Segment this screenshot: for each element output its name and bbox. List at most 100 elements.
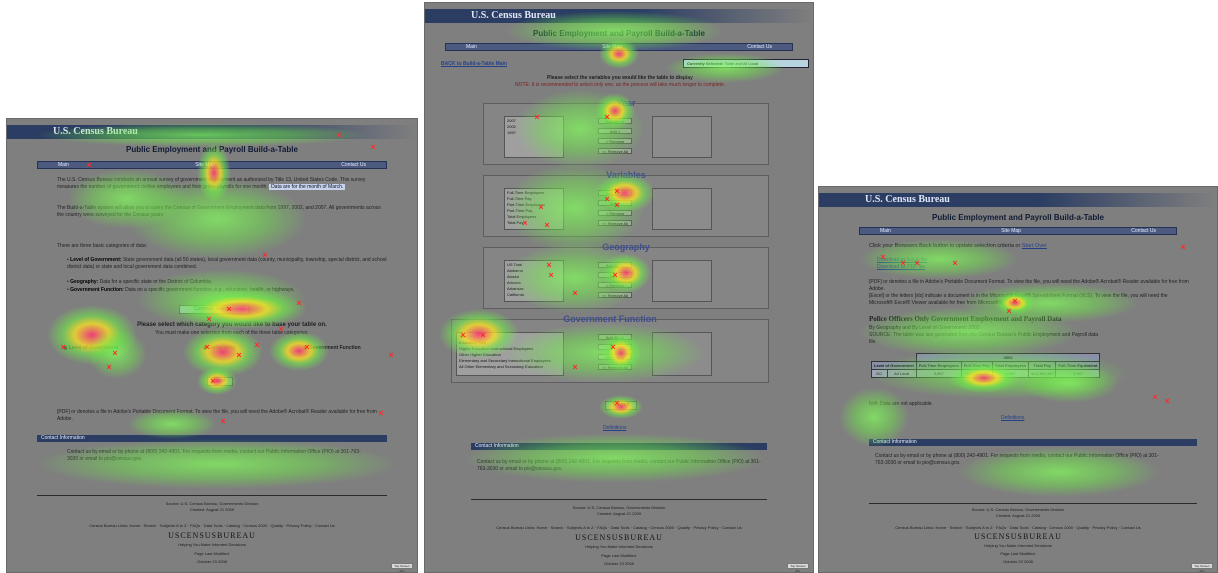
continue-reading-button[interactable]: Continue Reading: [179, 305, 249, 314]
census-logo: USCENSUSBUREAU: [575, 533, 663, 542]
list-item[interactable]: All Other Elementary and Secondary Educa…: [459, 364, 561, 370]
fixation-marker: ×: [236, 350, 242, 360]
variables-legend: Variables: [606, 170, 646, 180]
function-selected-list[interactable]: [652, 332, 712, 376]
footer-links[interactable]: Census Bureau Links: Home · Search · Sub…: [819, 525, 1217, 531]
fixation-marker: ×: [254, 340, 260, 350]
back-link[interactable]: BACK to Build-a-Table Main: [441, 61, 507, 68]
bullet-level: • Level of Government: State government …: [67, 257, 387, 270]
remove-button[interactable]: < Remove: [598, 138, 632, 144]
footer-created: Created: August 21 2009: [995, 513, 1041, 518]
nav-main[interactable]: Main: [880, 228, 891, 234]
add-all-button[interactable]: Add All >>: [598, 190, 632, 196]
fixation-marker: ×: [106, 362, 112, 372]
na-note: N/A: Data are not applicable.: [869, 401, 933, 407]
nav-site-map[interactable]: Site Map: [195, 162, 215, 168]
nav-site-map[interactable]: Site Map: [1001, 228, 1021, 234]
bullet-geography: • Geography: Data for a specific state o…: [67, 279, 213, 285]
year-legend: Year: [616, 98, 636, 108]
footer-modified-date: October 23 2008: [604, 561, 634, 566]
nav-main[interactable]: Main: [466, 44, 477, 50]
nav-site-map[interactable]: Site Map: [602, 44, 622, 50]
footer-tagline: Helping You Make Informed Decisions: [178, 542, 246, 547]
geography-selected-list[interactable]: [652, 260, 712, 302]
table-cell: All Local: [886, 369, 917, 378]
table-cell: 3,997: [1055, 369, 1101, 378]
intro-paragraph-2: The Build-a-Table system will allow you …: [57, 205, 381, 218]
footer-divider: [37, 495, 387, 496]
heat-region: [37, 439, 397, 489]
nav-main[interactable]: Main: [58, 162, 69, 168]
definitions-link[interactable]: Definitions: [603, 425, 626, 432]
list-item[interactable]: California: [507, 292, 561, 298]
remove-all-button[interactable]: << Remove All: [598, 292, 632, 298]
fixation-marker: ×: [1152, 392, 1158, 402]
corner-badge: Top Screen Pro: [1191, 563, 1213, 572]
table-cell: $16,388,387: [1028, 369, 1057, 378]
footer-links[interactable]: Census Bureau Links: Home · Search · Sub…: [425, 525, 813, 531]
add-button[interactable]: Add >: [598, 272, 632, 278]
col-header: Full-Time Equivalent: [1055, 361, 1101, 370]
remove-all-button[interactable]: << Remove All: [598, 364, 632, 370]
contact-header: Contact Information: [869, 439, 1197, 446]
radio-government-function[interactable]: ◉ Government Function: [303, 345, 361, 352]
col-header: Level of Government: [871, 361, 917, 370]
pdf-note: [PDF] or denotes a file in Adobe's Porta…: [869, 279, 1189, 292]
fixation-marker: ×: [952, 258, 958, 268]
contact-header: Contact Information: [471, 443, 767, 450]
footer-links[interactable]: Census Bureau Links: Home · Search · Sub…: [7, 523, 417, 529]
start-over-link[interactable]: Start Over: [1022, 243, 1047, 249]
remove-all-button[interactable]: << Remove All: [598, 220, 632, 226]
list-item[interactable]: Total Pay: [507, 220, 561, 226]
submit-button[interactable]: Submit: [605, 401, 637, 410]
nav-bar: Main Site Map Contact Us: [445, 43, 793, 51]
contact-header: Contact Information: [37, 435, 387, 442]
footer-last-modified: Page Last Modified:: [194, 551, 230, 556]
heat-region: [137, 269, 307, 329]
geography-list[interactable]: US Total Alabama Alaska Arizona Arkansas…: [504, 260, 564, 302]
remove-button[interactable]: < Remove: [598, 282, 632, 288]
variables-fieldset: Variables Full-Time Employees Full-Time …: [483, 170, 769, 237]
year-selected-list[interactable]: [652, 116, 712, 158]
selection-prompt: Please select which category you would l…: [137, 322, 327, 328]
fixation-marker: ×: [296, 298, 302, 308]
add-all-button[interactable]: Add All >>: [598, 118, 632, 124]
radio-level-of-government[interactable]: ◉ Level of Government: [63, 345, 119, 352]
contact-text: Contact us by email or by phone at (800)…: [67, 449, 361, 462]
nav-contact[interactable]: Contact Us: [1131, 228, 1156, 234]
remove-all-button[interactable]: << Remove All: [598, 148, 632, 154]
nav-contact[interactable]: Contact Us: [747, 44, 772, 50]
radio-geography[interactable]: ◉ Geography: [203, 345, 235, 352]
function-list[interactable]: Total Education Total Higher Education I…: [456, 332, 564, 376]
add-button[interactable]: Add >: [598, 200, 632, 206]
download-pdf-link[interactable]: Download as PDF file: [877, 264, 925, 271]
results-table: 2002 Level of Government Full-Time Emplo…: [871, 353, 1101, 378]
list-item[interactable]: 1997: [507, 130, 561, 136]
add-button[interactable]: Add >: [598, 128, 632, 134]
screenshot-results-page: U.S. Census Bureau Public Employment and…: [818, 186, 1218, 573]
year-list[interactable]: 2007 2002 1997: [504, 116, 564, 158]
page-title: Public Employment and Payroll Build-a-Ta…: [932, 213, 1104, 222]
remove-button[interactable]: < Remove: [598, 210, 632, 216]
corner-badge: Top Screen Pro: [391, 563, 413, 572]
add-all-button[interactable]: Add All >>: [598, 334, 632, 340]
heat-region: [839, 387, 909, 447]
add-button[interactable]: Add >: [598, 344, 632, 350]
variables-list[interactable]: Full-Time Employees Full-Time Pay Part-T…: [504, 188, 564, 230]
geography-legend: Geography: [602, 242, 650, 252]
nav-contact[interactable]: Contact Us: [341, 162, 366, 168]
footer-modified-date: October 23 2008: [1003, 559, 1033, 564]
census-logo: USCENSUSBUREAU: [168, 531, 256, 540]
col-header: Full-Time Pay: [960, 361, 993, 370]
census-logo: USCENSUSBUREAU: [974, 532, 1062, 541]
next-button[interactable]: Next: [207, 377, 233, 386]
agency-banner: U.S. Census Bureau: [7, 125, 417, 139]
function-legend: Government Function: [563, 314, 657, 324]
remove-button[interactable]: < Remove: [598, 354, 632, 360]
screenshot-landing-page: U.S. Census Bureau Public Employment and…: [6, 118, 418, 573]
geography-fieldset: Geography US Total Alabama Alaska Arizon…: [483, 242, 769, 309]
definitions-link[interactable]: Definitions: [1001, 415, 1024, 422]
add-all-button[interactable]: Add All >>: [598, 262, 632, 268]
variables-selected-list[interactable]: [652, 188, 712, 230]
download-excel-link[interactable]: Download as Excel file: [877, 257, 927, 264]
